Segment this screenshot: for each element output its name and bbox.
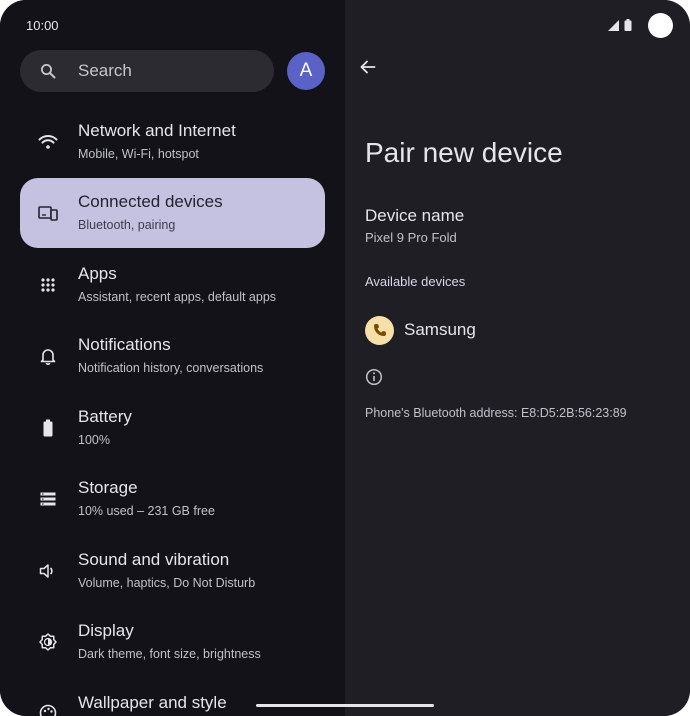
menu-item-notifications[interactable]: Notifications Notification history, conv… xyxy=(20,321,325,391)
available-devices-header: Available devices xyxy=(365,274,466,289)
menu-item-battery[interactable]: Battery 100% xyxy=(20,393,325,463)
search-bar[interactable]: Search xyxy=(20,50,274,92)
menu-item-display[interactable]: Display Dark theme, font size, brightnes… xyxy=(20,607,325,677)
menu-item-subtitle: Bluetooth, pairing xyxy=(78,218,176,232)
menu-item-subtitle: Mobile, Wi-Fi, hotspot xyxy=(78,147,199,161)
signal-icon xyxy=(608,19,619,31)
status-icons xyxy=(608,19,632,31)
menu-item-title: Display xyxy=(78,621,134,640)
speaker-icon xyxy=(38,561,58,581)
menu-item-title: Network and Internet xyxy=(78,121,236,140)
menu-item-wallpaper[interactable]: Wallpaper and style xyxy=(20,679,325,716)
page-title: Pair new device xyxy=(365,137,563,168)
menu-item-title: Battery xyxy=(78,407,132,426)
menu-item-subtitle: Volume, haptics, Do Not Disturb xyxy=(78,576,256,590)
apps-grid-icon xyxy=(38,275,58,295)
menu-item-apps[interactable]: Apps Assistant, recent apps, default app… xyxy=(20,250,325,320)
battery-icon xyxy=(38,418,58,438)
battery-status-icon xyxy=(624,19,632,31)
menu-item-title: Storage xyxy=(78,478,138,497)
menu-item-connected-devices[interactable]: Connected devices Bluetooth, pairing xyxy=(20,178,325,248)
status-time: 10:00 xyxy=(26,18,59,33)
search-icon xyxy=(40,62,58,80)
menu-item-title: Notifications xyxy=(78,335,171,354)
menu-item-title: Apps xyxy=(78,264,117,283)
palette-icon xyxy=(38,703,58,716)
storage-icon xyxy=(38,489,58,509)
menu-item-subtitle: Notification history, conversations xyxy=(78,361,264,375)
menu-item-network[interactable]: Network and Internet Mobile, Wi-Fi, hots… xyxy=(20,107,325,177)
back-arrow-icon[interactable] xyxy=(359,58,379,78)
menu-item-subtitle: Dark theme, font size, brightness xyxy=(78,647,261,661)
device-name-label[interactable]: Device name xyxy=(365,206,464,226)
wifi-icon xyxy=(38,132,58,152)
bluetooth-address: Phone's Bluetooth address: E8:D5:2B:56:2… xyxy=(365,406,627,420)
settings-list-pane: 10:00 Search A Network and Internet Mobi… xyxy=(0,0,345,716)
account-avatar[interactable]: A xyxy=(287,52,325,90)
phone-icon xyxy=(365,315,394,345)
menu-item-sound[interactable]: Sound and vibration Volume, haptics, Do … xyxy=(20,536,325,606)
gesture-nav-handle[interactable] xyxy=(256,704,434,707)
menu-item-subtitle: 100% xyxy=(78,433,110,447)
device-name-value: Pixel 9 Pro Fold xyxy=(365,230,457,245)
available-device-name: Samsung xyxy=(404,320,476,339)
device-screen: 10:00 Search A Network and Internet Mobi… xyxy=(0,0,690,716)
menu-item-title: Sound and vibration xyxy=(78,550,230,569)
camera-cutout xyxy=(648,13,673,38)
bell-icon xyxy=(38,346,58,366)
connected-devices-icon xyxy=(38,203,58,223)
menu-item-subtitle: 10% used – 231 GB free xyxy=(78,504,215,518)
display-brightness-icon xyxy=(38,632,58,652)
pair-device-pane: Pair new device Device name Pixel 9 Pro … xyxy=(345,0,690,716)
menu-item-title: Wallpaper and style xyxy=(78,693,227,712)
menu-item-storage[interactable]: Storage 10% used – 231 GB free xyxy=(20,464,325,534)
menu-item-subtitle: Assistant, recent apps, default apps xyxy=(78,290,277,304)
menu-item-title: Connected devices xyxy=(78,192,223,211)
info-icon xyxy=(365,368,385,388)
search-label: Search xyxy=(78,61,132,80)
available-device-item[interactable]: Samsung xyxy=(365,314,476,346)
